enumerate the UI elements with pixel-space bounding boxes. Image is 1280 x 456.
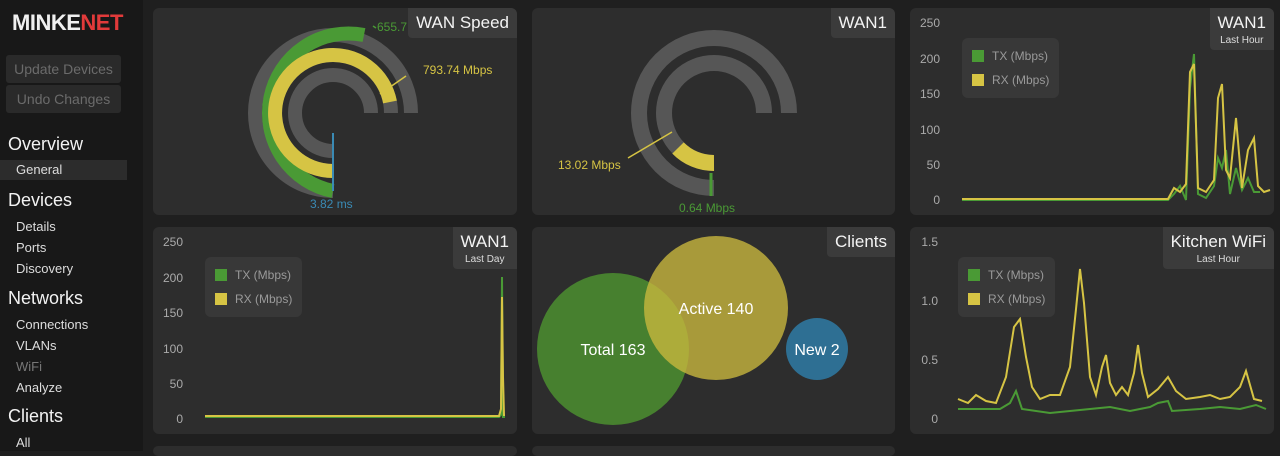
chart-legend: TX (Mbps) RX (Mbps) bbox=[205, 257, 303, 317]
tx-series-line bbox=[958, 388, 1267, 415]
tx-swatch bbox=[968, 269, 980, 281]
legend-item-tx[interactable]: TX (Mbps) bbox=[968, 263, 1045, 287]
card-title-text: Kitchen WiFi bbox=[1170, 232, 1266, 251]
tx-callout-line bbox=[372, 25, 377, 29]
card-subtitle: Last Hour bbox=[1196, 254, 1240, 265]
nav-section-devices[interactable]: Devices bbox=[8, 190, 72, 211]
wan1-gauge: 13.02 Mbps 0.64 Mbps bbox=[558, 30, 797, 215]
app-logo: MINKENET bbox=[12, 10, 123, 36]
tx-speed-label: 0.64 Mbps bbox=[679, 201, 735, 215]
card-title: WAN1 Last Hour bbox=[1209, 8, 1274, 50]
card-title: WAN1 bbox=[830, 8, 895, 38]
nav-item-details[interactable]: Details bbox=[16, 219, 56, 234]
clients-bubble-chart: Total 163 Active 140 New 2 bbox=[537, 236, 848, 425]
legend-item-tx[interactable]: TX (Mbps) bbox=[972, 44, 1049, 68]
new-label: New 2 bbox=[794, 342, 839, 359]
chart-legend: TX (Mbps) RX (Mbps) bbox=[958, 257, 1056, 317]
logo-part-net: NET bbox=[80, 10, 123, 35]
card-title: Clients bbox=[827, 227, 895, 257]
legend-label: TX (Mbps) bbox=[235, 268, 292, 282]
legend-item-rx[interactable]: RX (Mbps) bbox=[215, 287, 292, 311]
nav-section-networks[interactable]: Networks bbox=[8, 288, 83, 309]
nav-item-wifi[interactable]: WiFi bbox=[16, 359, 42, 374]
card-subtitle: Last Day bbox=[465, 254, 505, 265]
wan-speed-gauge: 655.7 793.74 Mbps 3.82 ms bbox=[248, 20, 492, 211]
wan1-day-card: 250 200 150 100 50 0 TX (Mbps) RX (Mbps)… bbox=[153, 227, 517, 434]
undo-changes-button[interactable]: Undo Changes bbox=[6, 85, 121, 113]
card-title: WAN1 Last Day bbox=[452, 227, 517, 269]
legend-label: RX (Mbps) bbox=[988, 292, 1046, 306]
rx-speed-label: 793.74 Mbps bbox=[423, 63, 492, 77]
tx-swatch bbox=[215, 269, 227, 281]
rx-swatch bbox=[215, 293, 227, 305]
card-title-text: WAN1 bbox=[1217, 13, 1267, 32]
wan1-gauge-card: 13.02 Mbps 0.64 Mbps WAN1 bbox=[532, 8, 895, 215]
wan1-hour-card: 250 200 150 100 50 0 TX (Mbps) RX (Mbps)… bbox=[910, 8, 1274, 215]
tx-speed-label: 655.7 bbox=[377, 20, 407, 34]
sidebar: MINKENET Update Devices Undo Changes Ove… bbox=[0, 0, 143, 451]
nav-item-discovery[interactable]: Discovery bbox=[16, 261, 73, 276]
nav-section-overview[interactable]: Overview bbox=[8, 134, 83, 155]
rx-swatch bbox=[972, 74, 984, 86]
rx-swatch bbox=[968, 293, 980, 305]
legend-item-rx[interactable]: RX (Mbps) bbox=[972, 68, 1049, 92]
next-card-partial bbox=[532, 446, 895, 456]
active-label: Active 140 bbox=[679, 301, 754, 318]
next-card-partial bbox=[153, 446, 517, 456]
legend-label: RX (Mbps) bbox=[992, 73, 1050, 87]
rx-speed-label: 13.02 Mbps bbox=[558, 158, 621, 172]
nav-item-all-clients[interactable]: All bbox=[16, 435, 30, 450]
nav-item-general[interactable]: General bbox=[0, 160, 127, 180]
nav-item-analyze[interactable]: Analyze bbox=[16, 380, 62, 395]
nav-section-clients[interactable]: Clients bbox=[8, 406, 63, 427]
kitchen-wifi-card: 1.5 1.0 0.5 0 TX (Mbps) RX (Mbps) Kitche… bbox=[910, 227, 1274, 434]
nav-item-vlans[interactable]: VLANs bbox=[16, 338, 56, 353]
legend-item-rx[interactable]: RX (Mbps) bbox=[968, 287, 1045, 311]
clients-card: Total 163 Active 140 New 2 Clients bbox=[532, 227, 895, 434]
latency-label: 3.82 ms bbox=[310, 197, 353, 211]
legend-label: TX (Mbps) bbox=[992, 49, 1049, 63]
total-label: Total 163 bbox=[581, 342, 646, 359]
legend-label: TX (Mbps) bbox=[988, 268, 1045, 282]
chart-legend: TX (Mbps) RX (Mbps) bbox=[962, 38, 1060, 98]
wan-speed-card: 655.7 793.74 Mbps 3.82 ms WAN Speed bbox=[153, 8, 517, 215]
card-title: Kitchen WiFi Last Hour bbox=[1162, 227, 1274, 269]
nav-item-ports[interactable]: Ports bbox=[16, 240, 46, 255]
update-devices-button[interactable]: Update Devices bbox=[6, 55, 121, 83]
logo-part-minke: MINKE bbox=[12, 10, 81, 35]
tx-swatch bbox=[972, 50, 984, 62]
nav-item-connections[interactable]: Connections bbox=[16, 317, 88, 332]
legend-item-tx[interactable]: TX (Mbps) bbox=[215, 263, 292, 287]
rx-ring-value bbox=[672, 142, 715, 172]
card-title: WAN Speed bbox=[408, 8, 517, 38]
legend-label: RX (Mbps) bbox=[235, 292, 293, 306]
card-subtitle: Last Hour bbox=[1220, 35, 1264, 46]
card-title-text: WAN1 bbox=[460, 232, 510, 251]
